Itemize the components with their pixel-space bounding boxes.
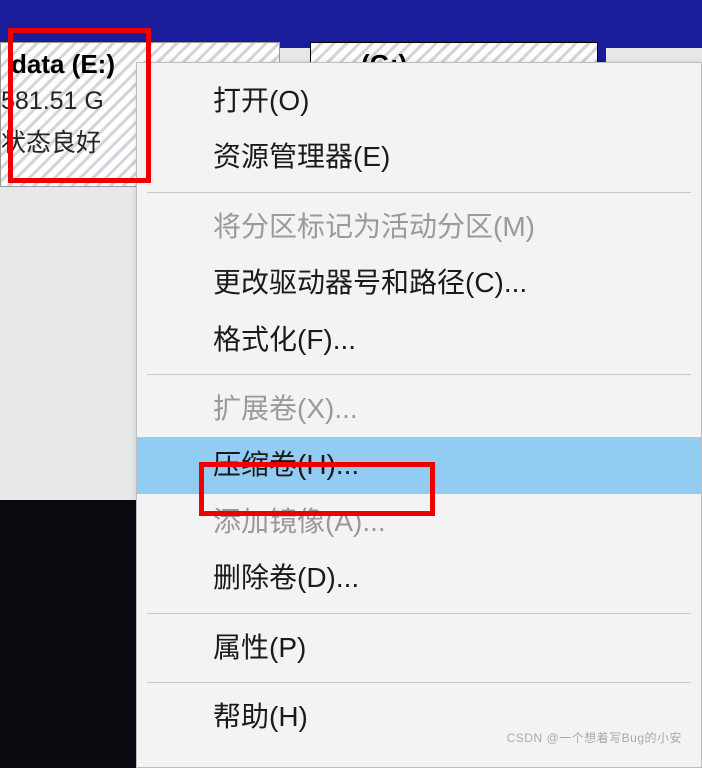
menu-item-open[interactable]: 打开(O) <box>137 73 701 129</box>
menu-item-shrink[interactable]: 压缩卷(H)... <box>137 437 701 493</box>
menu-item-explorer[interactable]: 资源管理器(E) <box>137 129 701 185</box>
context-menu: 打开(O) 资源管理器(E) 将分区标记为活动分区(M) 更改驱动器号和路径(C… <box>136 62 702 768</box>
disk-header-band <box>0 0 702 48</box>
menu-item-change-drive[interactable]: 更改驱动器号和路径(C)... <box>137 255 701 311</box>
partition-e-size: 581.51 G <box>1 87 104 116</box>
menu-item-properties[interactable]: 属性(P) <box>137 620 701 676</box>
menu-separator <box>147 613 691 614</box>
menu-separator <box>147 374 691 375</box>
lower-dark-pane <box>0 500 140 768</box>
menu-item-delete[interactable]: 删除卷(D)... <box>137 550 701 606</box>
menu-item-mark-active: 将分区标记为活动分区(M) <box>137 199 701 255</box>
menu-item-format[interactable]: 格式化(F)... <box>137 312 701 368</box>
menu-item-add-mirror: 添加镜像(A)... <box>137 494 701 550</box>
watermark: CSDN @一个想着写Bug的小安 <box>507 729 682 746</box>
partition-e-label: data (E:) <box>11 49 115 80</box>
partition-e-status: 状态良好 <box>1 123 101 159</box>
menu-item-extend: 扩展卷(X)... <box>137 381 701 437</box>
menu-separator <box>147 682 691 683</box>
menu-separator <box>147 192 691 193</box>
